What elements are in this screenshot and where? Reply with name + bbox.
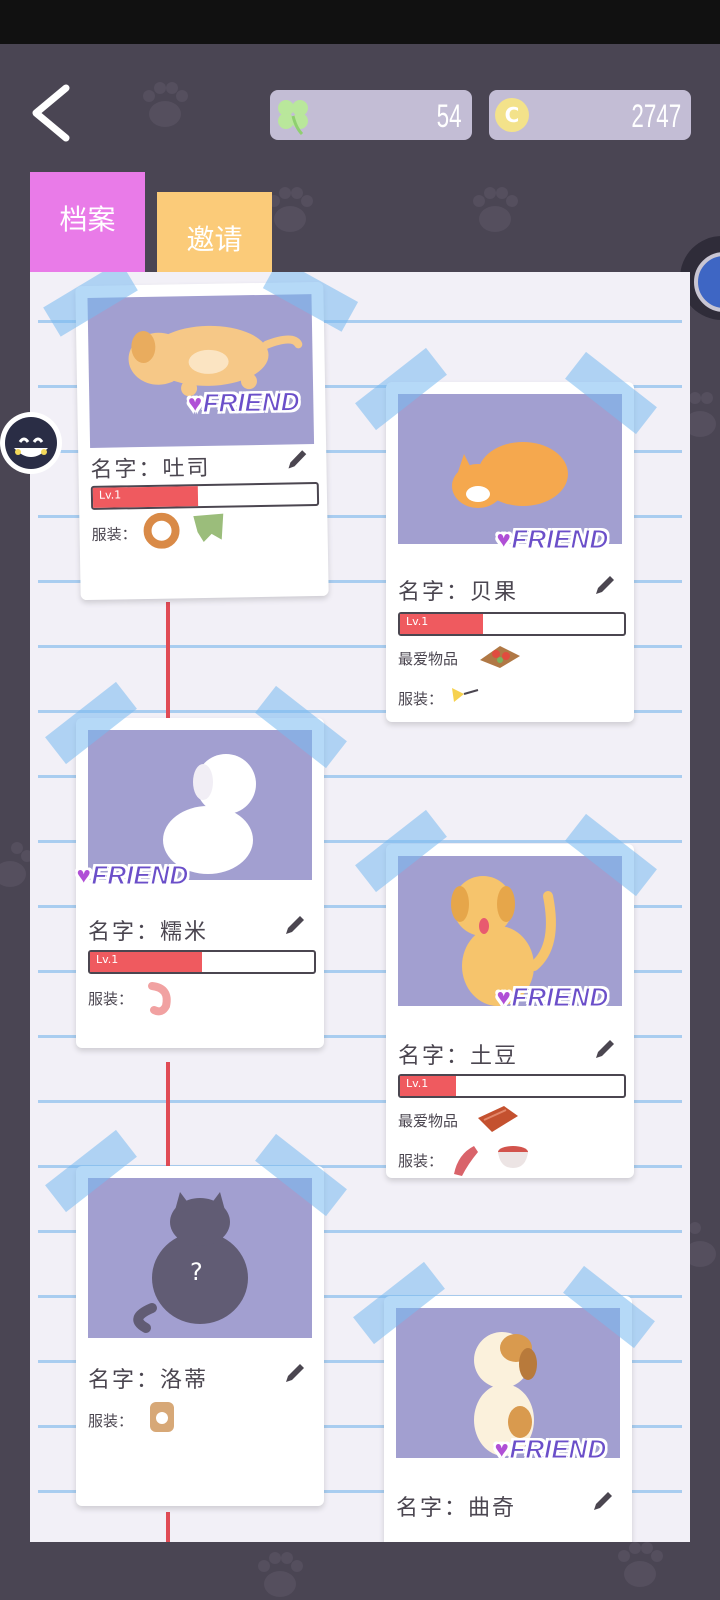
mascot-icon [5,417,57,469]
edit-name-button[interactable] [592,572,618,598]
outfit-label: 服装： [88,1412,134,1430]
edit-name-button[interactable] [284,446,310,472]
tab-profile-label: 档案 [59,203,116,236]
pet-card-lottie[interactable]: ? 名字：洛蒂 服装： [45,1129,347,1506]
margin-line [166,602,170,722]
level-bar: Lv.1 [90,481,320,510]
level-bar: Lv.1 [398,1074,626,1098]
outfit-label: 服装： [398,1152,444,1170]
edit-name-button[interactable] [282,1360,308,1386]
side-menu-icon [694,252,720,312]
edit-name-button[interactable] [592,1036,618,1062]
pet-name: 名字：贝果 [398,580,519,605]
heart-arrow-icon: ♥ [187,387,204,419]
pet-name: 名字：洛蒂 [88,1368,209,1393]
bow-outfit-icon[interactable] [448,680,488,710]
heart-arrow-icon: ♥ [493,1434,510,1465]
level-text: Lv.1 [96,953,119,966]
toast-favorite-icon[interactable] [476,640,524,672]
svg-text:C: C [505,103,520,127]
pet-name: 名字：吐司 [90,455,211,483]
pet-photo [398,394,622,544]
pet-card-mochi[interactable]: ♥FRIEND 名字：糯米 Lv.1 服装： [45,681,347,1048]
bread-outfit-icon[interactable] [146,1398,178,1436]
ham-outfit-icon[interactable] [448,1140,482,1178]
pet-card-potato[interactable]: ♥FRIEND 名字：土豆 Lv.1 最爱物品 服装： [355,809,657,1178]
coin-count: 2747 [631,98,681,134]
sleeping-dog-icon [128,325,303,397]
level-text: Lv.1 [98,488,122,502]
pet-photo [88,730,312,880]
pet-card-toast[interactable]: ♥FRIEND 名字：吐司 Lv.1 服装： [43,272,359,601]
edit-name-button[interactable] [590,1488,616,1514]
margin-line [166,1062,170,1182]
outfit-label: 服装： [398,690,444,708]
heart-arrow-icon: ♥ [495,524,512,555]
mascot-button[interactable] [0,412,62,474]
coin-icon: C [495,98,529,132]
back-button[interactable] [24,82,80,144]
pet-name: 名字：土豆 [398,1044,519,1069]
outfit-label: 服装： [88,990,134,1008]
level-bar: Lv.1 [88,950,316,974]
level-bar: Lv.1 [398,612,626,636]
clover-count: 54 [437,98,462,134]
profile-notebook: ♥FRIEND 名字：吐司 Lv.1 服装： ♥FRIEND 名字：贝果 Lv.… [30,272,690,1542]
coin-counter: C 2747 [489,90,691,140]
level-text: Lv.1 [406,615,429,628]
status-bar [0,0,720,44]
heart-arrow-icon: ♥ [75,860,92,891]
steak-favorite-icon[interactable] [474,1102,522,1136]
donut-outfit-icon[interactable] [143,512,180,549]
friend-badge: ♥FRIEND [187,386,301,419]
pet-card-bagel[interactable]: ♥FRIEND 名字：贝果 Lv.1 最爱物品 服装： [355,347,657,722]
tab-profile[interactable]: 档案 [30,172,145,272]
favorite-label: 最爱物品 [398,650,459,668]
heart-arrow-icon: ♥ [495,982,512,1013]
clover-icon [278,100,308,136]
pet-card-cookie[interactable]: ♥FRIEND 名字：曲奇 [353,1261,655,1542]
tab-invite[interactable]: 邀请 [157,192,272,272]
pet-name: 名字：糯米 [88,920,209,945]
mystery-mark: ? [190,1258,203,1286]
clover-counter: 54 [270,90,472,140]
outfit-label: 服装： [91,525,137,544]
friend-badge: ♥FRIEND [75,860,189,891]
scarf-outfit-icon[interactable] [189,510,228,547]
friend-badge: ♥FRIEND [495,524,609,555]
pet-photo [87,294,315,448]
edit-name-button[interactable] [282,912,308,938]
pet-photo: ? [88,1178,312,1338]
friend-badge: ♥FRIEND [493,1434,607,1465]
level-text: Lv.1 [406,1077,429,1090]
shrimp-outfit-icon[interactable] [142,980,176,1018]
margin-line [166,1512,170,1542]
friend-badge: ♥FRIEND [495,982,609,1013]
white-dog-icon [163,754,256,874]
pet-name: 名字：曲奇 [396,1496,517,1521]
bowl-outfit-icon[interactable] [496,1142,530,1172]
favorite-label: 最爱物品 [398,1112,459,1130]
tab-invite-label: 邀请 [186,223,243,256]
sleeping-cat-icon [452,442,568,508]
